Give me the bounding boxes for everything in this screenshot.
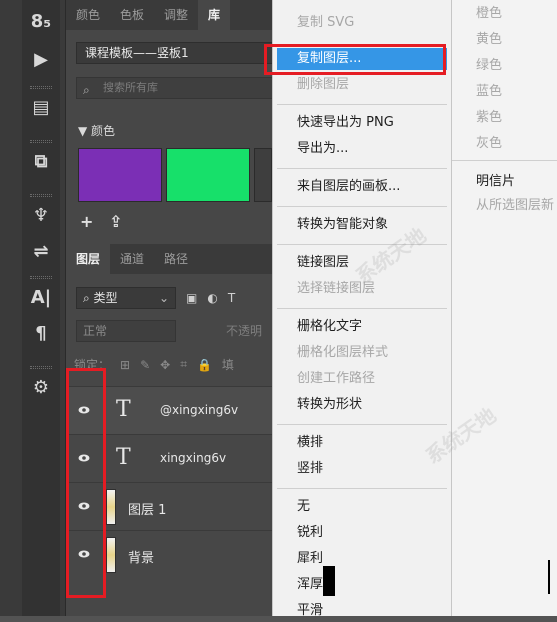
layers-tab-bar: 图层 通道 路径 [66, 244, 272, 274]
library-search-input[interactable]: ⌕ 搜索所有库 [76, 77, 276, 99]
lock-position-icon[interactable]: ✥ [160, 358, 170, 372]
color-section-header[interactable]: ▼ 颜色 [78, 122, 115, 139]
submenu-item-blue[interactable]: 蓝色 [476, 80, 502, 99]
menu-item-anti-alias-none[interactable]: 无 [273, 496, 451, 518]
layer-name[interactable]: 背景 [128, 547, 154, 566]
lock-transparent-icon[interactable]: ⊞ [120, 358, 130, 372]
layer-thumbnail [106, 489, 116, 525]
tab-color[interactable]: 颜色 [66, 0, 110, 30]
add-icon[interactable]: + [80, 212, 93, 231]
blend-mode-select[interactable]: 正常 [76, 320, 176, 342]
opacity-label: 不透明 [226, 324, 263, 338]
top-tab-bar: 颜色 色板 调整 库 [66, 0, 272, 30]
tab-layers[interactable]: 图层 [66, 244, 111, 274]
lock-all-icon[interactable]: 🔒 [197, 358, 212, 372]
layer-name[interactable]: @xingxing6v [160, 403, 238, 417]
menu-item-convert-to-shape[interactable]: 转换为形状 [273, 394, 451, 416]
paragraph-icon[interactable]: ¶ [22, 318, 60, 348]
swatch-dark[interactable] [254, 148, 272, 202]
tab-swatches[interactable]: 色板 [110, 0, 154, 30]
submenu-item-green[interactable]: 绿色 [476, 54, 502, 73]
lock-artboard-icon[interactable]: ⌗ [180, 357, 187, 372]
search-icon: ⌕ [83, 291, 94, 305]
menu-separator [277, 308, 447, 309]
menu-item-delete-layer[interactable]: 删除图层 [273, 74, 451, 96]
tab-adjustments[interactable]: 调整 [154, 0, 198, 30]
submenu-item-postcard[interactable]: 明信片 [476, 170, 515, 189]
menu-separator [452, 160, 557, 161]
layer-filter-row: ⌕ 类型 ⌄ ▣ ◐ T [76, 286, 276, 310]
3d-icon[interactable]: ⚙ [22, 366, 60, 402]
tab-paths[interactable]: 路径 [154, 244, 198, 274]
menu-item-anti-alias-sharp[interactable]: 锐利 [273, 522, 451, 544]
menu-item-create-work-path[interactable]: 创建工作路径 [273, 368, 451, 390]
submenu-item-purple[interactable]: 紫色 [476, 106, 502, 125]
library-select[interactable]: 课程模板——竖板1 [76, 42, 276, 64]
play-icon[interactable]: ▶ [22, 44, 60, 74]
filter-kind-select[interactable]: ⌕ 类型 ⌄ [76, 287, 176, 309]
submenu-item-yellow[interactable]: 黄色 [476, 28, 502, 47]
brush-settings-icon[interactable]: ⧉ [22, 140, 60, 176]
upload-icon[interactable]: ⇪ [109, 212, 122, 231]
pixel-filter-icon[interactable]: ▣ [186, 291, 197, 305]
layer-name[interactable]: 图层 1 [128, 499, 166, 518]
cursor-artifact [323, 566, 335, 596]
grid-tool-icon[interactable]: 8₅ [22, 6, 60, 36]
tab-channels[interactable]: 通道 [110, 244, 154, 274]
text-layer-icon: T [116, 445, 131, 470]
menu-separator [277, 168, 447, 169]
submenu-item-orange[interactable]: 橙色 [476, 2, 502, 21]
menu-item-rasterize-style[interactable]: 栅格化图层样式 [273, 342, 451, 364]
blend-row: 正常 不透明 [76, 320, 276, 342]
layer-name[interactable]: xingxing6v [160, 451, 226, 465]
menu-item-anti-alias-strong[interactable]: 浑厚 [273, 574, 451, 596]
swatch-purple[interactable] [78, 148, 162, 202]
menu-item-artboard-from-layers[interactable]: 来自图层的画板... [273, 176, 451, 198]
layer-context-menu: 复制 SVG 复制图层... 删除图层 快速导出为 PNG 导出为... 来自图… [272, 0, 452, 618]
menu-item-link-layers[interactable]: 链接图层 [273, 252, 451, 274]
menu-item-horizontal[interactable]: 横排 [273, 432, 451, 454]
menu-item-anti-alias-smooth[interactable]: 平滑 [273, 600, 451, 622]
color-submenu: 橙色 黄色 绿色 蓝色 紫色 灰色 明信片 从所选图层新 [452, 0, 557, 616]
menu-separator [277, 488, 447, 489]
menu-item-vertical[interactable]: 竖排 [273, 458, 451, 480]
library-actions: + ⇪ [80, 212, 122, 231]
annotation-highlight [66, 368, 106, 598]
search-icon: ⌕ [83, 83, 90, 97]
text-cursor [548, 560, 550, 594]
character-icon[interactable]: A| [22, 276, 60, 312]
menu-item-anti-alias-crisp[interactable]: 犀利 [273, 548, 451, 570]
type-filter-icon[interactable]: T [228, 291, 235, 305]
submenu-item-new-from-selected[interactable]: 从所选图层新 [476, 194, 554, 213]
menu-item-quick-export-png[interactable]: 快速导出为 PNG [273, 112, 451, 134]
annotation-highlight [264, 44, 446, 75]
fill-label: 填 [221, 358, 234, 372]
menu-separator [277, 424, 447, 425]
menu-separator [277, 206, 447, 207]
menu-item-rasterize-type[interactable]: 栅格化文字 [273, 316, 451, 338]
menu-item-copy-svg[interactable]: 复制 SVG [273, 12, 451, 34]
text-layer-icon: T [116, 397, 131, 422]
submenu-item-gray[interactable]: 灰色 [476, 132, 502, 151]
library-stack-icon[interactable]: ▤ [22, 86, 60, 122]
menu-separator [277, 104, 447, 105]
swatch-green[interactable] [166, 148, 250, 202]
tab-libraries[interactable]: 库 [198, 0, 231, 30]
sliders-icon[interactable]: ⇌ [22, 236, 60, 266]
library-search-placeholder: 搜索所有库 [103, 81, 158, 94]
menu-item-export-as[interactable]: 导出为... [273, 138, 451, 160]
clone-stamp-icon[interactable]: ♆ [22, 194, 60, 230]
menu-item-select-linked[interactable]: 选择链接图层 [273, 278, 451, 300]
filter-kind-label: 类型 [93, 291, 118, 305]
menu-separator [277, 244, 447, 245]
layer-thumbnail [106, 537, 116, 573]
adjustment-filter-icon[interactable]: ◐ [207, 291, 217, 305]
lock-image-icon[interactable]: ✎ [140, 358, 150, 372]
menu-item-convert-smart-object[interactable]: 转换为智能对象 [273, 214, 451, 236]
chevron-down-icon: ⌄ [158, 291, 169, 305]
